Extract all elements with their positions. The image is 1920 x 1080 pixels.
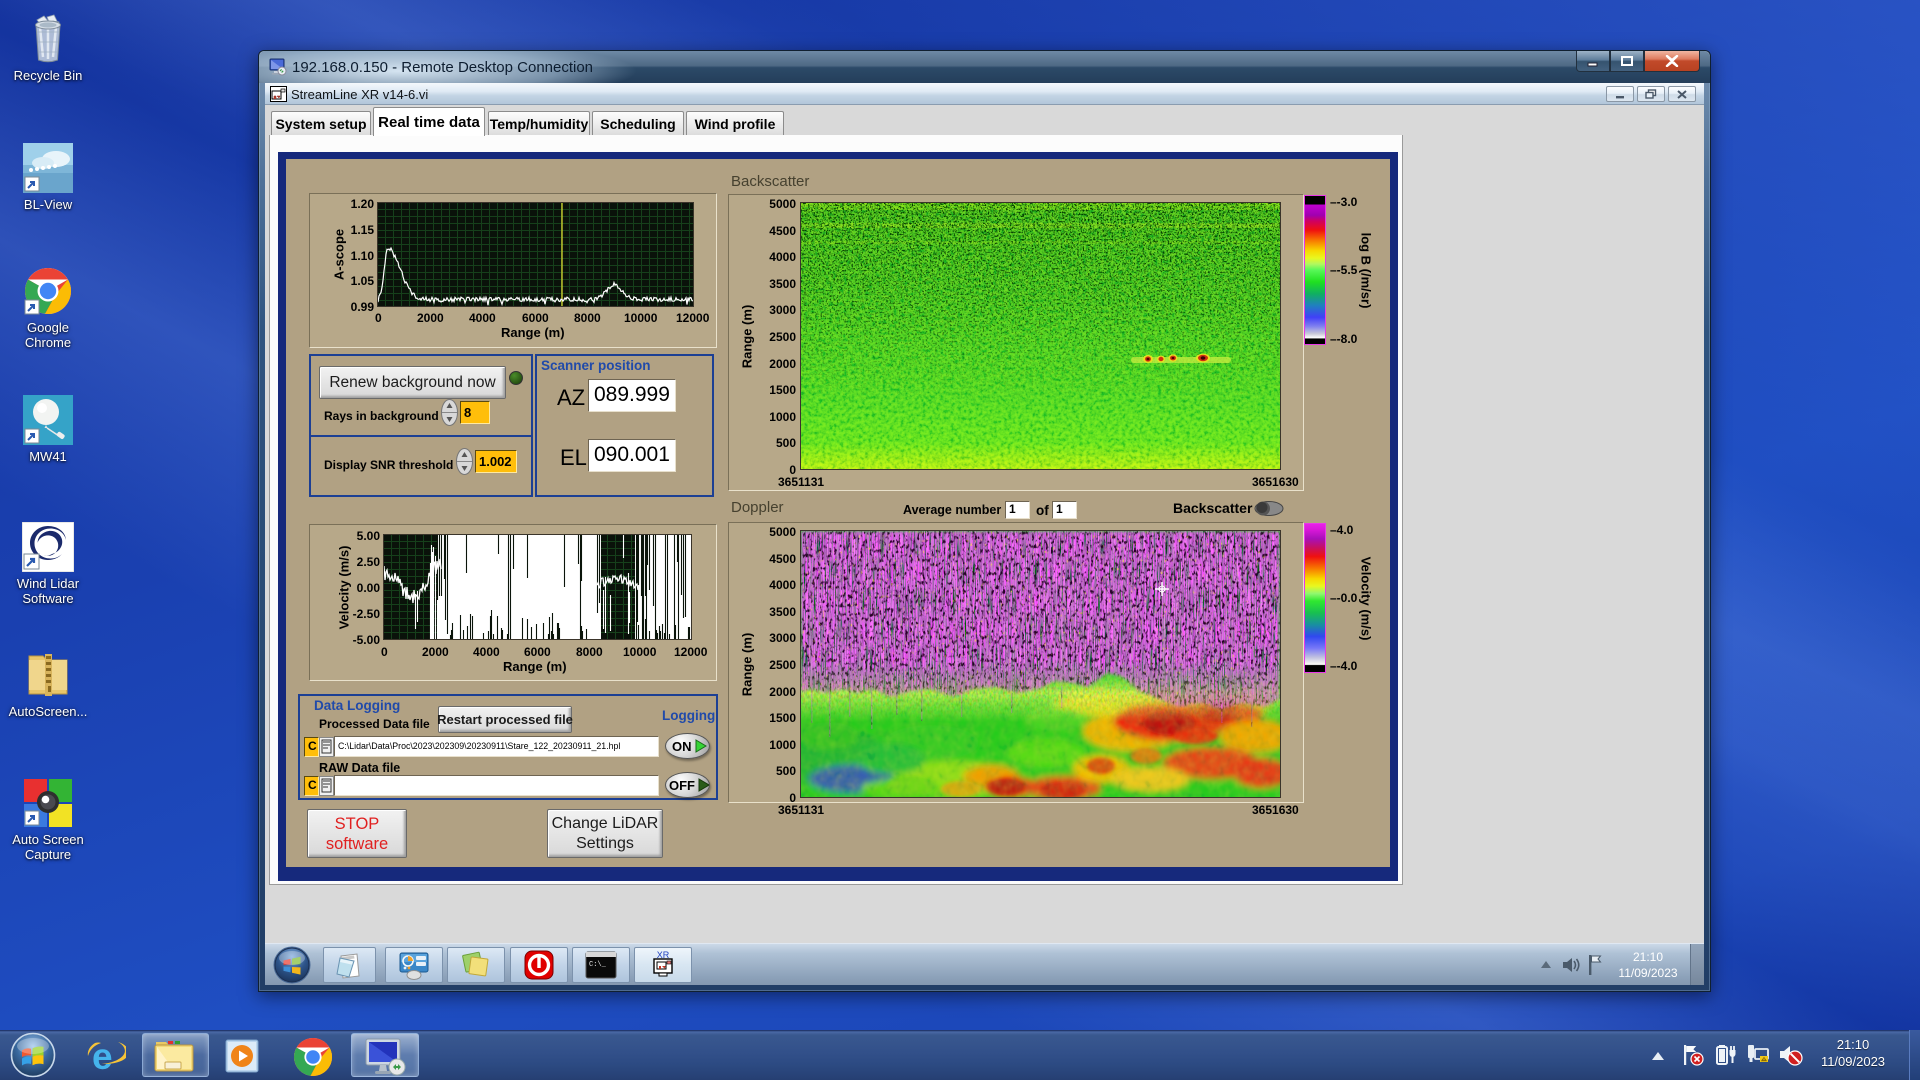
svg-text:e: e: [92, 1036, 113, 1076]
svg-text:C:\_: C:\_: [589, 961, 607, 969]
